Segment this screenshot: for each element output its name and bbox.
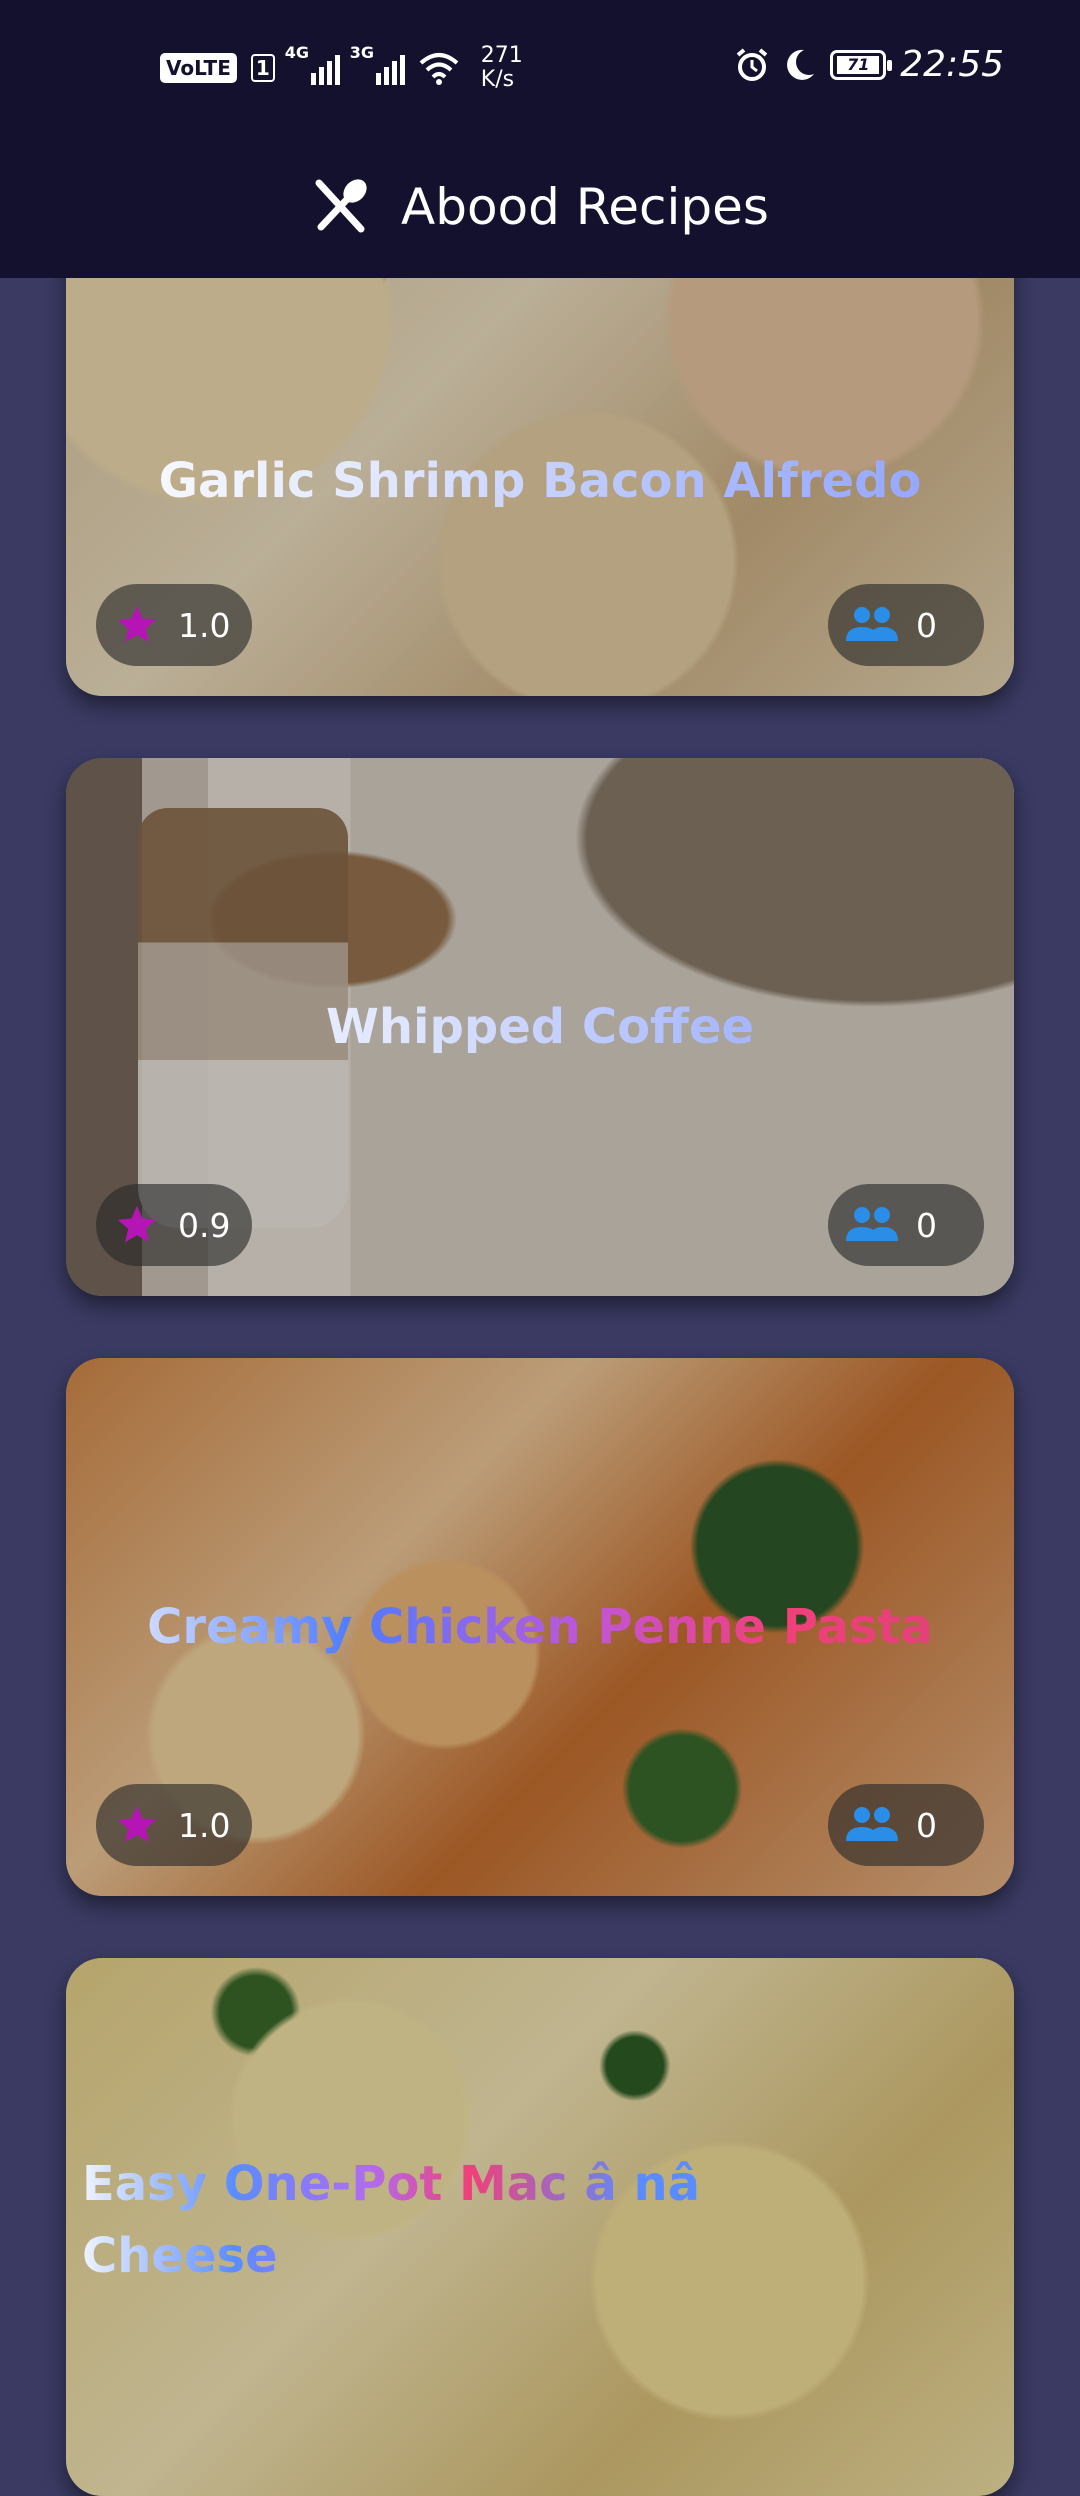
recipe-title: Creamy Chicken Penne Pasta (66, 1599, 1014, 1655)
star-icon (117, 1205, 157, 1243)
rating-badge: 0.9 (96, 1184, 252, 1266)
wifi-icon (419, 53, 459, 85)
app-bar: Abood Recipes (0, 135, 1080, 278)
network-speed: 271 K/s (481, 44, 523, 92)
rating-badge: 1.0 (96, 1784, 252, 1866)
signal-3g-icon: 3G (350, 43, 405, 85)
rating-value: 0.9 (178, 1205, 231, 1245)
clock: 22:55 (900, 44, 1004, 85)
users-icon (846, 607, 898, 641)
users-badge: 0 (828, 584, 984, 666)
users-count: 0 (916, 1805, 937, 1845)
status-bar: VoLTE 1 4G 3G 271 K/s 71 22:55 (0, 0, 1080, 135)
users-icon (846, 1207, 898, 1241)
fork-spoon-icon (315, 178, 367, 232)
rating-value: 1.0 (178, 605, 231, 645)
volte-indicator: VoLTE (160, 53, 237, 83)
app-title: Abood Recipes (401, 177, 769, 236)
recipe-card[interactable]: Whipped Coffee 0.9 0 (66, 758, 1014, 1296)
rating-badge: 1.0 (96, 584, 252, 666)
battery-icon: 71 (830, 49, 893, 80)
signal-4g-icon: 4G (285, 43, 340, 85)
star-icon (117, 1805, 157, 1843)
alarm-icon (736, 47, 768, 81)
sim-slot-indicator: 1 (250, 54, 275, 82)
recipe-card[interactable]: Creamy Chicken Penne Pasta 1.0 0 (66, 1358, 1014, 1896)
users-count: 0 (916, 605, 937, 645)
users-badge: 0 (828, 1784, 984, 1866)
battery-level: 71 (837, 55, 880, 74)
network-type-2: 3G (349, 43, 375, 62)
users-count: 0 (916, 1205, 937, 1245)
network-type-1: 4G (284, 43, 310, 62)
recipe-title: Garlic Shrimp Bacon Alfredo (66, 453, 1014, 509)
network-speed-unit: K/s (480, 67, 515, 92)
recipe-card[interactable]: Easy One-Pot Mac â nâ Cheese (66, 1958, 1014, 2496)
rating-value: 1.0 (178, 1805, 231, 1845)
recipe-title: Easy One-Pot Mac â nâ Cheese (66, 2148, 738, 2496)
users-badge: 0 (828, 1184, 984, 1266)
recipe-title: Whipped Coffee (66, 999, 1014, 1055)
network-speed-value: 271 (480, 43, 523, 68)
star-icon (117, 605, 157, 643)
users-icon (846, 1807, 898, 1841)
top-bar: VoLTE 1 4G 3G 271 K/s 71 22:55 Abood Rec… (0, 0, 1080, 278)
moon-icon (787, 49, 815, 80)
